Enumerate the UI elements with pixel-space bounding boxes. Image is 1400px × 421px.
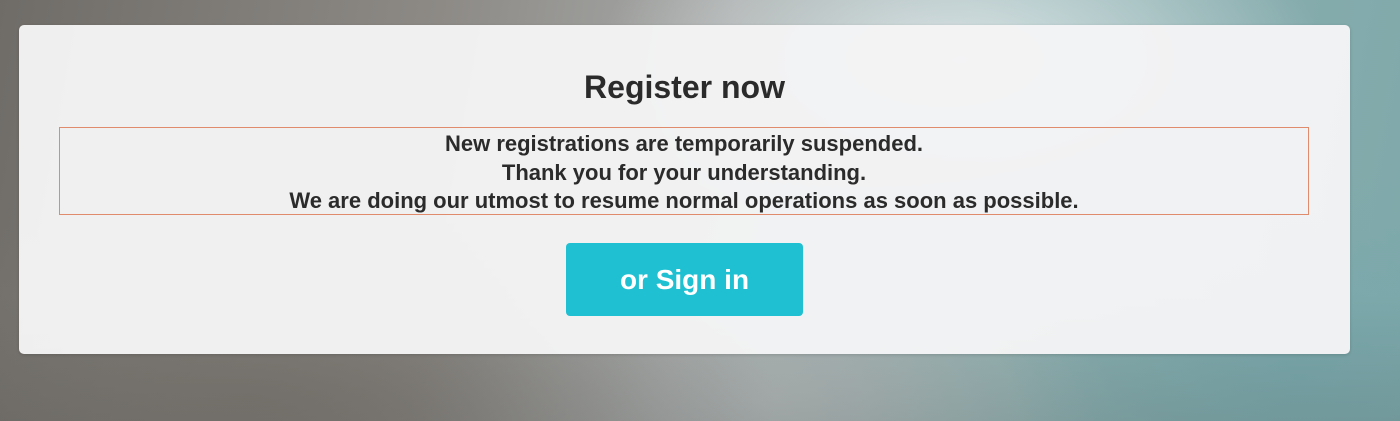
sign-in-button[interactable]: or Sign in xyxy=(566,243,803,316)
notice-line-resume: We are doing our utmost to resume normal… xyxy=(289,188,1079,213)
suspension-notice: New registrations are temporarily suspen… xyxy=(59,127,1309,215)
page-title: Register now xyxy=(584,69,785,105)
register-card: Register now New registrations are tempo… xyxy=(19,25,1350,354)
notice-line-thanks: Thank you for your understanding. xyxy=(501,159,867,185)
notice-line-suspended: New registrations are temporarily suspen… xyxy=(444,131,924,156)
